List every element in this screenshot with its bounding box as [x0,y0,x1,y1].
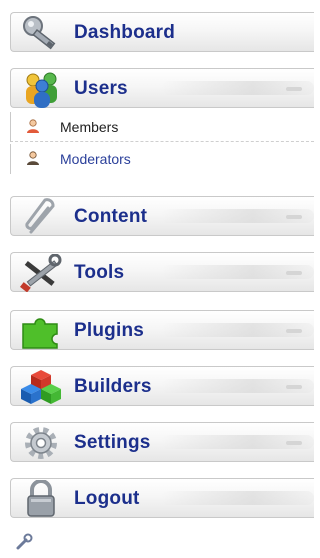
collapse-icon[interactable] [286,215,302,219]
wrench-icon[interactable] [14,532,34,552]
menu-label-tools: Tools [74,262,125,283]
menu-label-builders: Builders [74,376,152,397]
collapse-icon[interactable] [286,329,302,333]
menu-label-users: Users [74,78,128,99]
menu-item-builders[interactable]: Builders [10,366,314,406]
tools-icon [20,254,62,292]
moderator-icon [27,151,39,165]
menu-item-plugins[interactable]: Plugins [10,310,314,350]
puzzle-icon [22,318,58,349]
menu-label-content: Content [74,206,148,227]
submenu-label-moderators: Moderators [60,151,131,167]
menu-item-users[interactable]: Users [10,68,314,108]
gear-icon [25,427,57,459]
collapse-icon[interactable] [286,87,302,91]
menu-label-dashboard: Dashboard [74,22,176,43]
collapse-icon[interactable] [286,441,302,445]
menu-item-settings[interactable]: Settings [10,422,314,462]
lock-icon [27,480,55,517]
menu-label-settings: Settings [74,432,151,453]
menu-label-plugins: Plugins [74,320,145,341]
submenu-item-moderators[interactable]: Moderators [10,144,314,174]
member-icon [27,119,39,133]
collapse-icon[interactable] [286,271,302,275]
menu-item-logout[interactable]: Logout [10,478,314,518]
menu-item-tools[interactable]: Tools [10,252,314,292]
paperclip-icon [25,198,55,234]
blocks-icon [21,370,61,404]
submenu-label-members: Members [60,119,119,135]
collapse-icon[interactable] [286,385,302,389]
key-icon [23,16,56,50]
users-group-icon [26,72,57,108]
decorative-sweep [161,491,314,505]
menu-item-dashboard[interactable]: Dashboard [10,12,314,52]
menu-item-content[interactable]: Content [10,196,314,236]
submenu-item-members[interactable]: Members [10,112,314,142]
menu-label-logout: Logout [74,488,140,509]
